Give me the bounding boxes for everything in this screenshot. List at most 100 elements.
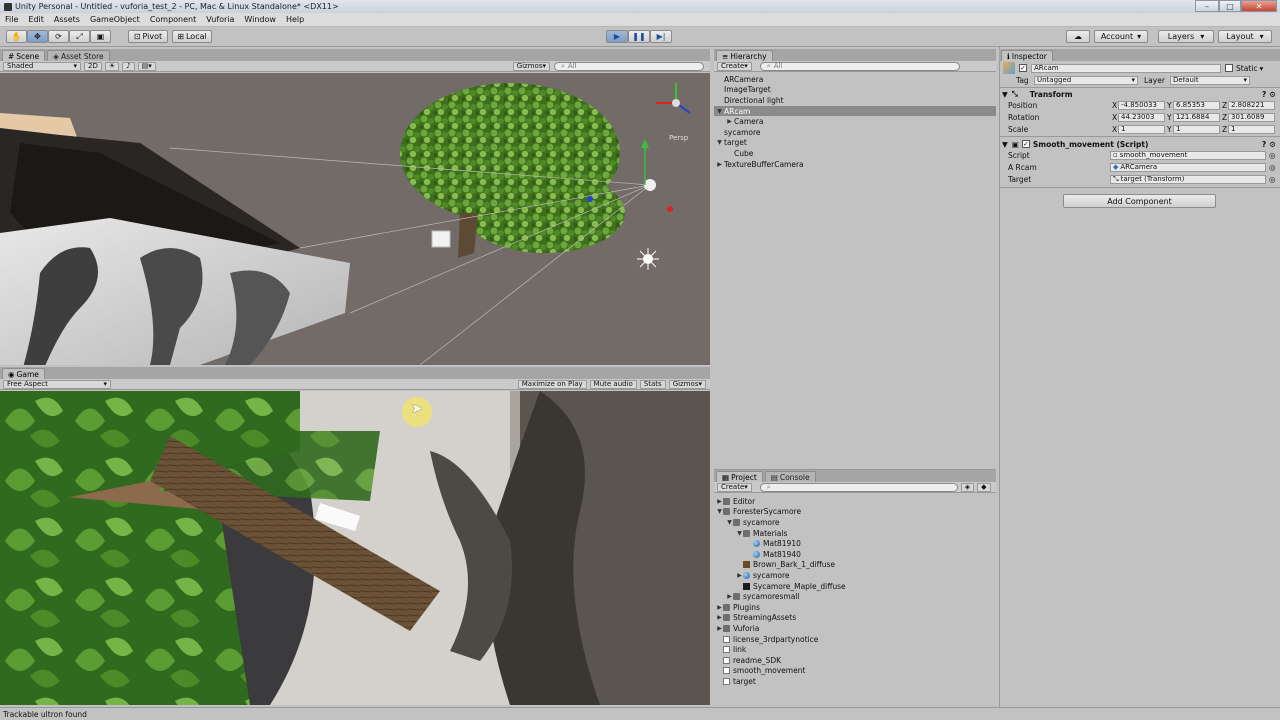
lighting-toggle[interactable]: ☀ (104, 61, 120, 71)
menu-assets[interactable]: Assets (49, 15, 85, 24)
arcam-field[interactable]: ◆ ARCamera (1110, 162, 1266, 172)
rotate-tool-button[interactable]: ⟳ (48, 30, 69, 43)
script-enabled-checkbox[interactable]: ✓ (1021, 140, 1030, 148)
static-checkbox[interactable] (1225, 64, 1233, 72)
local-toggle[interactable]: ⊞ Local (172, 30, 212, 43)
scale-x-field[interactable]: 1 (1118, 124, 1165, 134)
hierarchy-item[interactable]: ▶ Camera (714, 116, 996, 127)
scene-view[interactable]: Persp (0, 73, 710, 365)
tag-dropdown[interactable]: Untagged ▾ (1034, 75, 1138, 85)
account-dropdown[interactable]: Account ▾ (1094, 30, 1148, 43)
tab-project[interactable]: ▦ Project (716, 471, 763, 482)
hierarchy-item[interactable]: Directional light (714, 95, 996, 106)
position-x-field[interactable]: -4.850033 (1118, 100, 1165, 110)
project-item[interactable]: ▶ Vuforia (716, 623, 996, 634)
effects-toggle[interactable]: ▤ ▾ (137, 61, 156, 71)
persp-label[interactable]: Persp (669, 134, 688, 142)
project-item[interactable]: Mat81940 (716, 549, 996, 560)
project-item[interactable]: ▶ sycamore (716, 570, 996, 581)
object-name-field[interactable]: ARcam (1031, 63, 1221, 73)
project-item[interactable]: license_3rdpartynotice (716, 634, 996, 645)
hierarchy-item[interactable]: ▼ target (714, 138, 996, 149)
project-item[interactable]: ▼ ForesterSycamore (716, 507, 996, 518)
shading-dropdown[interactable]: Shaded ▾ (3, 61, 81, 71)
object-picker-icon[interactable]: ◎ (1269, 163, 1276, 172)
layer-dropdown[interactable]: Default ▾ (1170, 75, 1250, 85)
project-item[interactable]: Sycamore_Maple_diffuse (716, 581, 996, 592)
filter-type-button[interactable]: ◈ (960, 482, 975, 492)
rotation-z-field[interactable]: 301.6089 (1228, 112, 1275, 122)
menu-file[interactable]: File (0, 15, 23, 24)
help-icon[interactable]: ? (1262, 140, 1266, 149)
tab-asset-store[interactable]: ◈ Asset Store (47, 50, 110, 61)
move-tool-button[interactable]: ✥ (27, 30, 48, 43)
2d-toggle[interactable]: 2D (84, 61, 102, 71)
project-item[interactable]: ▶ Editor (716, 496, 996, 507)
hierarchy-item[interactable]: ARCamera (714, 74, 996, 85)
close-button[interactable]: ✕ (1241, 0, 1277, 12)
foldout-arrow-icon[interactable]: ▶ (716, 604, 723, 611)
object-picker-icon[interactable]: ◎ (1269, 151, 1276, 160)
menu-help[interactable]: Help (281, 15, 309, 24)
hierarchy-item[interactable]: sycamore (714, 127, 996, 138)
foldout-arrow-icon[interactable]: ▼ (726, 519, 733, 526)
foldout-arrow-icon[interactable]: ▼ (736, 530, 743, 537)
pause-button[interactable]: ❚❚ (628, 30, 650, 43)
foldout-arrow-icon[interactable]: ▼ (716, 139, 723, 146)
aspect-dropdown[interactable]: Free Aspect ▾ (3, 379, 111, 389)
pivot-toggle[interactable]: ⊡ Pivot (128, 30, 168, 43)
help-icon[interactable]: ? (1262, 90, 1266, 99)
rect-tool-button[interactable]: ▣ (90, 30, 111, 43)
hierarchy-search-input[interactable]: ⌕ All (759, 61, 960, 71)
project-item[interactable]: Mat81910 (716, 538, 996, 549)
scale-z-field[interactable]: 1 (1228, 124, 1275, 134)
hierarchy-item[interactable]: ImageTarget (714, 85, 996, 96)
foldout-arrow-icon[interactable]: ▶ (716, 625, 723, 632)
tab-hierarchy[interactable]: ≡ Hierarchy (716, 50, 773, 61)
object-picker-icon[interactable]: ◎ (1269, 175, 1276, 184)
scale-y-field[interactable]: 1 (1173, 124, 1220, 134)
scale-tool-button[interactable]: ⤢ (69, 30, 90, 43)
gizmos-dropdown[interactable]: Gizmos ▾ (512, 61, 550, 71)
foldout-arrow-icon[interactable]: ▼ (716, 508, 723, 515)
menu-vuforia[interactable]: Vuforia (201, 15, 239, 24)
layout-dropdown[interactable]: Layout ▾ (1218, 30, 1272, 43)
project-item[interactable]: smooth_movement (716, 666, 996, 677)
audio-toggle[interactable]: ♪ (122, 61, 135, 71)
layers-dropdown[interactable]: Layers ▾ (1158, 30, 1214, 43)
tab-inspector[interactable]: ℹ Inspector (1001, 50, 1053, 61)
mute-audio-toggle[interactable]: Mute audio (589, 379, 637, 389)
hierarchy-create-dropdown[interactable]: Create ▾ (717, 61, 752, 71)
tab-scene[interactable]: # Scene (2, 50, 46, 61)
foldout-arrow-icon[interactable]: ▶ (736, 572, 743, 579)
game-view[interactable]: ➤ (0, 391, 710, 705)
orientation-gizmo[interactable] (656, 83, 691, 114)
step-button[interactable]: ▶| (650, 30, 672, 43)
project-item[interactable]: ▼ Materials (716, 528, 996, 539)
menu-gameobject[interactable]: GameObject (85, 15, 145, 24)
rotation-y-field[interactable]: 121.6884 (1173, 112, 1220, 122)
add-component-button[interactable]: Add Component (1063, 194, 1216, 208)
foldout-arrow-icon[interactable]: ▶ (726, 118, 733, 125)
play-button[interactable]: ▶ (606, 30, 628, 43)
game-gizmos-toggle[interactable]: Gizmos ▾ (668, 379, 706, 389)
project-item[interactable]: readme_SDK (716, 655, 996, 666)
rotation-x-field[interactable]: 44.23003 (1118, 112, 1165, 122)
project-item[interactable]: Brown_Bark_1_diffuse (716, 560, 996, 571)
foldout-arrow-icon[interactable]: ▶ (716, 498, 723, 505)
project-item[interactable]: target (716, 676, 996, 687)
cloud-button[interactable]: ☁ (1066, 30, 1090, 43)
hierarchy-item[interactable]: ▼ ARcam (714, 105, 996, 117)
active-checkbox[interactable]: ✓ (1019, 64, 1027, 72)
maximize-on-play-toggle[interactable]: Maximize on Play (517, 379, 587, 389)
tab-console[interactable]: ▤ Console (764, 471, 816, 482)
project-item[interactable]: ▶ sycamoresmall (716, 591, 996, 602)
minimize-button[interactable]: – (1195, 0, 1219, 12)
foldout-arrow-icon[interactable]: ▶ (716, 161, 723, 168)
position-y-field[interactable]: 6.85353 (1173, 100, 1220, 110)
hand-tool-button[interactable]: ✋ (6, 30, 27, 43)
project-item[interactable]: ▼ sycamore (716, 517, 996, 528)
target-cube[interactable] (431, 230, 451, 248)
script-field[interactable]: ▫ smooth_movement (1110, 150, 1266, 160)
foldout-arrow-icon[interactable]: ▶ (716, 614, 723, 621)
